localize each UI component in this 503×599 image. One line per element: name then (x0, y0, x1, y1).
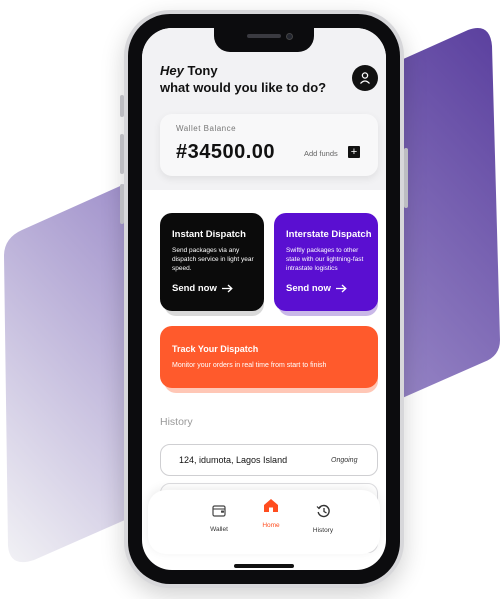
front-camera (286, 33, 293, 40)
speaker-grille (247, 34, 281, 38)
interstate-dispatch-card[interactable]: Interstate Dispatch Swiftly packages to … (274, 213, 378, 311)
greeting-name: Tony (187, 63, 218, 78)
nav-home[interactable]: Home (246, 498, 296, 529)
volume-up-button (120, 134, 124, 174)
interstate-send-now-button[interactable]: Send now (286, 283, 347, 294)
phone-notch (214, 28, 314, 52)
nav-history-label: History (312, 527, 334, 534)
user-icon (360, 72, 370, 84)
bottom-navigation: Wallet Home History (148, 490, 380, 554)
plus-icon: + (350, 146, 358, 158)
phone-frame: Hey Tony what would you like to do? Wall… (124, 10, 404, 588)
history-icon (316, 504, 330, 518)
app-screen: Hey Tony what would you like to do? Wall… (142, 28, 386, 570)
greeting-prompt: what would you like to do? (160, 80, 327, 95)
add-funds-button[interactable]: + (348, 146, 360, 158)
phone-bezel: Hey Tony what would you like to do? Wall… (128, 14, 400, 584)
wallet-balance-card: Wallet Balance #34500.00 Add funds + (160, 114, 378, 176)
nav-home-label: Home (262, 522, 280, 529)
interstate-send-now-label: Send now (286, 283, 331, 294)
interstate-dispatch-title: Interstate Dispatch (286, 229, 372, 240)
home-icon (264, 499, 278, 512)
instant-send-now-label: Send now (172, 283, 217, 294)
nav-wallet[interactable]: Wallet (194, 504, 244, 533)
arrow-right-icon (335, 284, 347, 293)
interstate-dispatch-description: Swiftly packages to other state with our… (286, 247, 364, 272)
track-dispatch-title: Track Your Dispatch (172, 344, 259, 354)
instant-dispatch-title: Instant Dispatch (172, 229, 246, 240)
instant-dispatch-description: Send packages via any dispatch service i… (172, 247, 254, 272)
wallet-balance-label: Wallet Balance (176, 124, 237, 133)
mute-switch (120, 95, 124, 117)
instant-dispatch-card[interactable]: Instant Dispatch Send packages via any d… (160, 213, 264, 311)
track-dispatch-card[interactable]: Track Your Dispatch Monitor your orders … (160, 326, 378, 388)
nav-history[interactable]: History (298, 504, 348, 534)
instant-send-now-button[interactable]: Send now (172, 283, 233, 294)
track-dispatch-description: Monitor your orders in real time from st… (172, 362, 327, 369)
history-item-status: Ongoing (331, 457, 358, 464)
wallet-balance-amount: #34500.00 (176, 141, 276, 163)
volume-down-button (120, 184, 124, 224)
history-item-address: 124, idumota, Lagos Island (179, 455, 288, 465)
history-item[interactable]: 124, idumota, Lagos Island Ongoing (160, 444, 378, 476)
wallet-icon (212, 505, 226, 517)
nav-wallet-label: Wallet (210, 526, 228, 533)
greeting: Hey Tony what would you like to do? (160, 62, 326, 96)
home-indicator[interactable] (234, 564, 294, 568)
phone-notch-area (124, 10, 404, 52)
add-funds-label[interactable]: Add funds (304, 149, 338, 158)
history-heading: History (160, 416, 193, 428)
profile-button[interactable] (352, 65, 378, 91)
power-button (404, 148, 408, 208)
arrow-right-icon (221, 284, 233, 293)
greeting-hey: Hey (160, 63, 184, 78)
